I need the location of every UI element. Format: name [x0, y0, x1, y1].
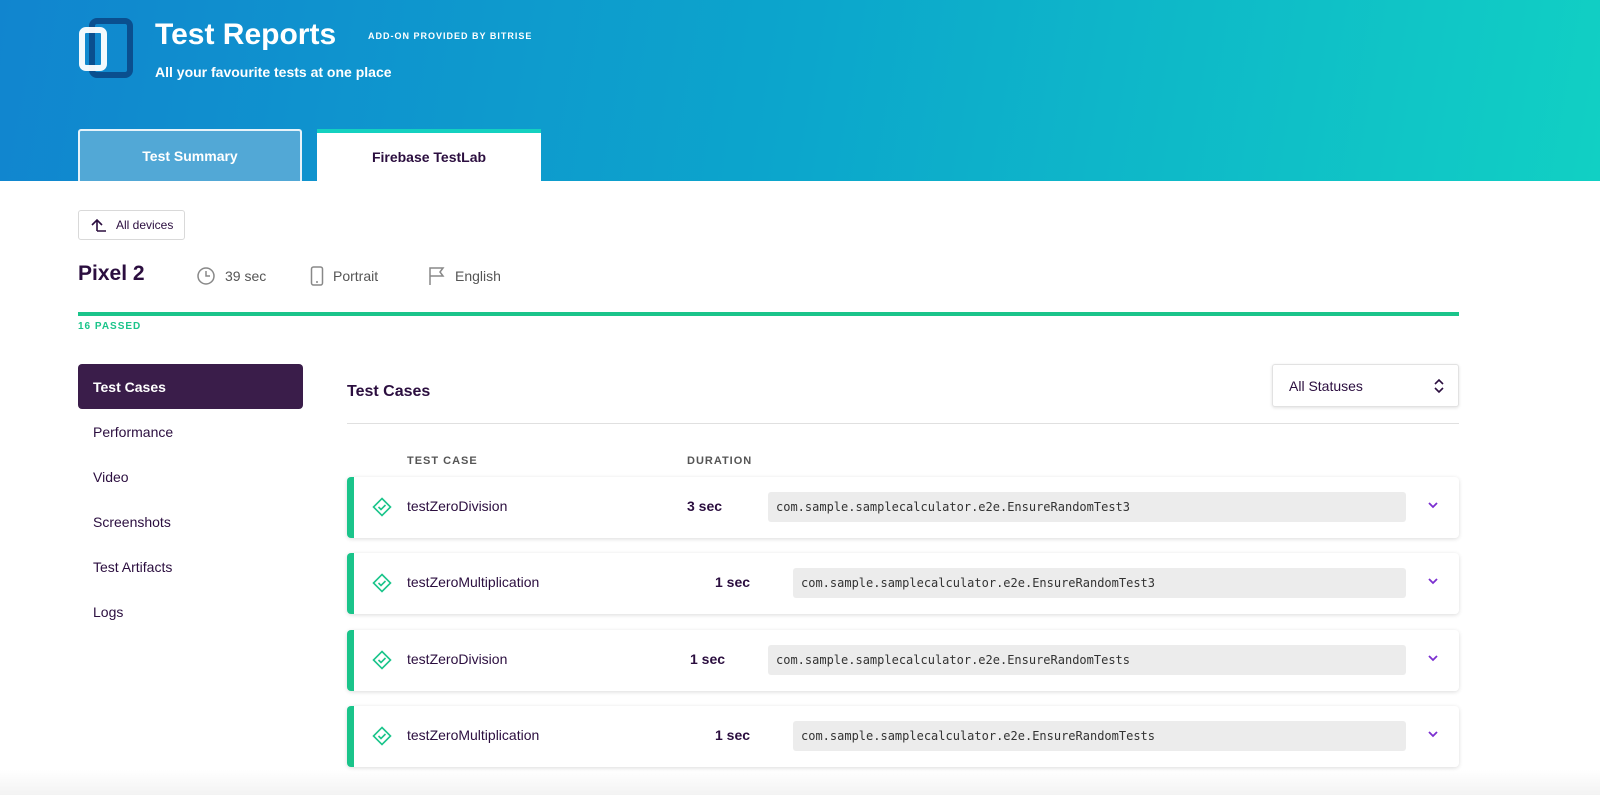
test-case-row[interactable]: testZeroMultiplication 1 sec com.sample.… — [347, 553, 1459, 614]
status-filter-select[interactable]: All Statuses — [1272, 364, 1459, 407]
passed-count: 16 PASSED — [78, 321, 142, 332]
test-case-duration: 1 sec — [715, 574, 751, 590]
test-case-class: com.sample.samplecalculator.e2e.EnsureRa… — [793, 721, 1406, 751]
test-case-class: com.sample.samplecalculator.e2e.EnsureRa… — [768, 645, 1406, 675]
test-case-duration: 1 sec — [690, 651, 726, 667]
sidebar-item-test-artifacts[interactable]: Test Artifacts — [78, 544, 303, 589]
test-case-class: com.sample.samplecalculator.e2e.EnsureRa… — [793, 568, 1406, 598]
clock-icon — [197, 267, 215, 285]
flag-icon — [429, 267, 445, 285]
all-devices-label: All devices — [116, 218, 174, 232]
sidebar-item-screenshots[interactable]: Screenshots — [78, 499, 303, 544]
test-case-duration: 3 sec — [687, 498, 723, 514]
passed-check-icon — [372, 726, 392, 746]
orientation-value: Portrait — [333, 268, 379, 284]
duration-value: 39 sec — [225, 268, 267, 284]
passed-progress-bar — [78, 312, 1459, 316]
tab-test-summary[interactable]: Test Summary — [78, 129, 302, 181]
expand-chevron-icon[interactable] — [1427, 499, 1439, 511]
sidebar-item-logs[interactable]: Logs — [78, 589, 303, 634]
column-header-test-case: TEST CASE — [407, 455, 478, 467]
sidebar: Test Cases Performance Video Screenshots… — [78, 364, 303, 634]
passed-check-icon — [372, 573, 392, 593]
app-subtitle: All your favourite tests at one place — [155, 64, 392, 80]
status-filter-value: All Statuses — [1289, 377, 1363, 394]
divider — [347, 423, 1459, 424]
column-header-duration: DURATION — [687, 455, 753, 467]
tab-firebase-testlab[interactable]: Firebase TestLab — [317, 129, 541, 181]
all-devices-button[interactable]: All devices — [78, 210, 185, 240]
device-locale: English — [428, 266, 501, 286]
test-reports-logo-icon — [79, 18, 133, 78]
phone-icon — [310, 266, 324, 286]
app-title: Test Reports — [155, 18, 337, 51]
arrow-up-back-icon — [91, 218, 106, 232]
test-case-row[interactable]: testZeroDivision 1 sec com.sample.sample… — [347, 630, 1459, 691]
locale-value: English — [455, 268, 501, 284]
passed-check-icon — [372, 650, 392, 670]
sidebar-item-video[interactable]: Video — [78, 454, 303, 499]
test-case-name: testZeroMultiplication — [407, 727, 540, 743]
test-case-duration: 1 sec — [715, 727, 751, 743]
device-duration: 39 sec — [196, 266, 266, 286]
section-title: Test Cases — [347, 383, 431, 400]
scroll-fade — [0, 770, 1600, 795]
test-case-row[interactable]: testZeroDivision 3 sec com.sample.sample… — [347, 477, 1459, 538]
expand-chevron-icon[interactable] — [1427, 652, 1439, 664]
device-name: Pixel 2 — [78, 262, 145, 285]
sidebar-item-performance[interactable]: Performance — [78, 409, 303, 454]
updown-chevron-icon — [1434, 378, 1444, 393]
test-case-name: testZeroDivision — [407, 651, 508, 667]
expand-chevron-icon[interactable] — [1427, 575, 1439, 587]
header: Test Reports ADD-ON PROVIDED BY BITRISE … — [0, 0, 1600, 181]
device-orientation: Portrait — [310, 266, 378, 286]
sidebar-item-test-cases[interactable]: Test Cases — [78, 364, 303, 409]
test-case-row[interactable]: testZeroMultiplication 1 sec com.sample.… — [347, 706, 1459, 767]
test-case-name: testZeroMultiplication — [407, 574, 540, 590]
passed-check-icon — [372, 497, 392, 517]
expand-chevron-icon[interactable] — [1427, 728, 1439, 740]
addon-label: ADD-ON PROVIDED BY BITRISE — [368, 31, 533, 41]
test-case-class: com.sample.samplecalculator.e2e.EnsureRa… — [768, 492, 1406, 522]
test-case-name: testZeroDivision — [407, 498, 508, 514]
